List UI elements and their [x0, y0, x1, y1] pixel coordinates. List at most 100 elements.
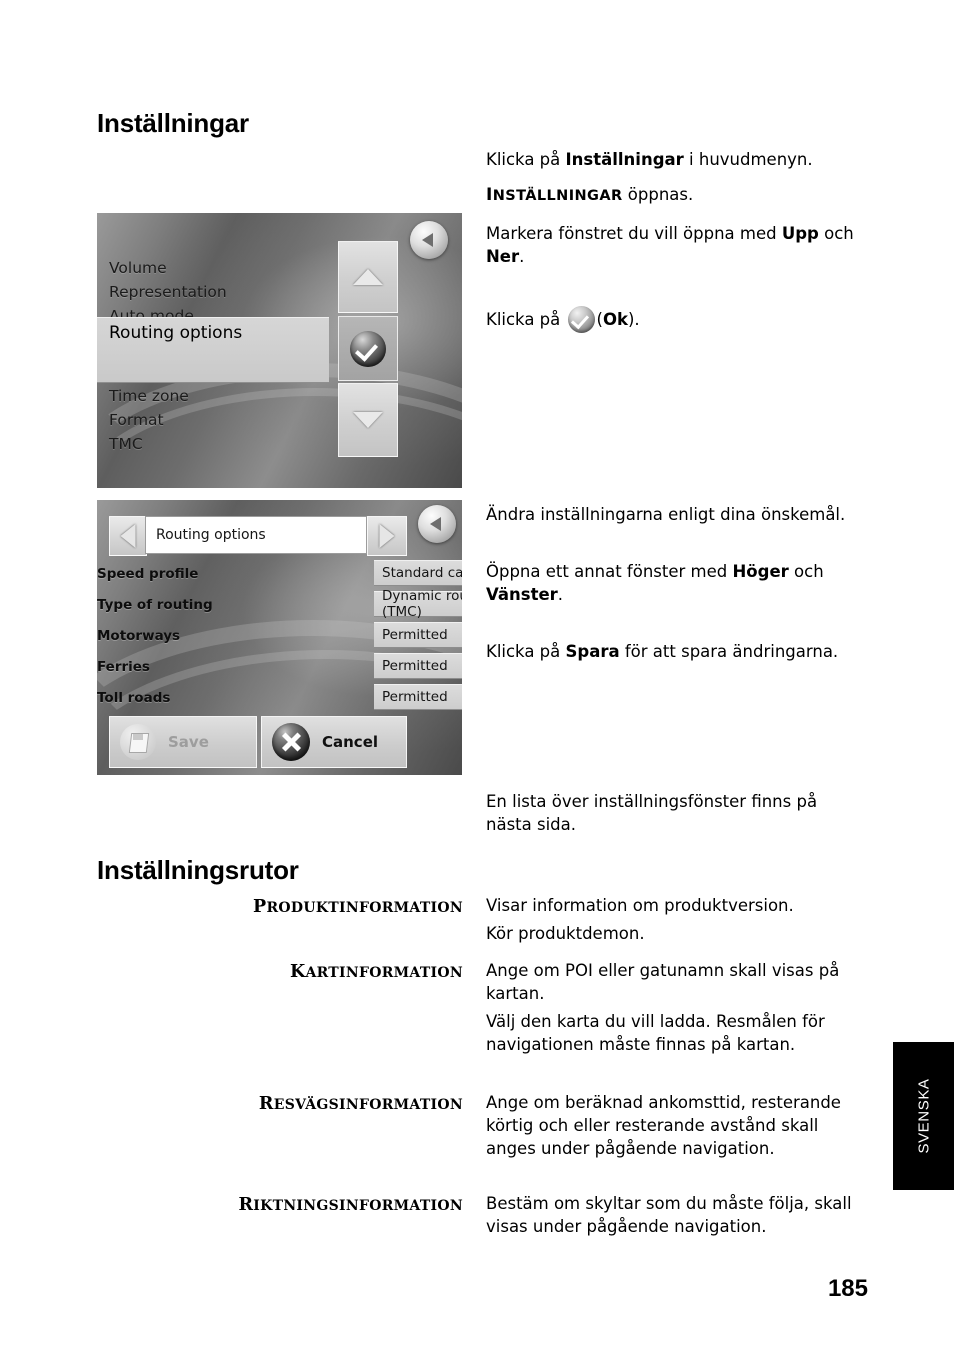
option-label: Ferries [97, 659, 150, 675]
section-title: Inställningsrutor [97, 855, 299, 885]
instruction-bold: Ok [602, 310, 628, 329]
instruction-text: . [557, 585, 564, 604]
instructions-middle: Ändra inställningarna enligt dina önskem… [486, 503, 868, 675]
term-rest: RODUKTINFORMATION [266, 900, 463, 916]
list-item[interactable]: Time zone [109, 387, 189, 405]
setting-window-description: Visar information om produktversion. Kör… [486, 894, 864, 950]
instruction-text: öppnas. [622, 185, 694, 204]
instruction-text: Klicka på [486, 150, 566, 169]
screenshot-routing-options: Routing options Speed profile Standard c… [97, 500, 462, 775]
smallcaps-initial: I [486, 185, 493, 205]
instruction-bold: Upp [781, 224, 819, 243]
list-item-selected-label: Routing options [109, 323, 243, 343]
setting-window-description: Bestäm om skyltar som du måste följa, sk… [486, 1192, 864, 1243]
instruction-text: . [519, 247, 525, 266]
screenshot-settings-list: Volume Representation Auto mode Routing … [97, 213, 462, 488]
instruction-paragraph: Ändra inställningarna enligt dina önskem… [486, 505, 846, 524]
up-arrow-icon [353, 269, 383, 285]
option-value[interactable]: Standard car [374, 560, 462, 586]
option-label: Motorways [97, 628, 181, 644]
option-label: Type of routing [97, 597, 213, 613]
instruction-text: ). [627, 310, 640, 329]
setting-window-term: KARTINFORMATION [93, 962, 463, 982]
term-initial: P [252, 897, 267, 917]
back-arrow-icon [430, 517, 441, 531]
ok-check-icon [567, 306, 595, 333]
list-item[interactable]: TMC [109, 435, 143, 453]
save-button-label: Save [168, 733, 209, 751]
language-tab: SVENSKA [893, 1042, 954, 1190]
save-disk-icon [120, 724, 156, 760]
window-title-field[interactable]: Routing options [145, 516, 367, 554]
cancel-button[interactable]: Cancel [261, 716, 407, 768]
term-initial: R [238, 1195, 254, 1215]
instruction-paragraph: Öppna ett annat fönster med Höger och Vä… [486, 560, 868, 606]
setting-window-description: Ange om beräknad ankomsttid, resterande … [486, 1091, 864, 1165]
description-paragraph: Kör produktdemon. [486, 924, 645, 943]
term-initial: R [258, 1094, 274, 1114]
option-label: Toll roads [97, 690, 171, 706]
page-number: 185 [827, 1275, 868, 1302]
instructions-bottom: En lista över inställningsfönster finns … [486, 790, 868, 848]
instruction-paragraph: Klicka på Spara för att spara ändringarn… [486, 640, 868, 663]
instruction-bold: Höger [732, 562, 789, 581]
term-rest: ESVÄGSINFORMATION [273, 1097, 463, 1113]
ok-check-button[interactable] [338, 316, 398, 381]
instruction-text: Klicka på [486, 310, 566, 329]
term-initial: K [289, 962, 306, 982]
back-arrow-icon [422, 233, 433, 247]
description-paragraph: Bestäm om skyltar som du måste följa, sk… [486, 1194, 852, 1236]
up-arrow-button[interactable] [338, 241, 398, 313]
cancel-button-label: Cancel [322, 733, 379, 751]
setting-window-term: RIKTNINGSINFORMATION [93, 1195, 463, 1215]
page-title: Inställningar [97, 108, 249, 138]
instruction-paragraph: Markera fönstret du vill öppna med Upp o… [486, 222, 868, 268]
term-rest: ARTINFORMATION [305, 965, 463, 981]
list-item[interactable]: Representation [109, 283, 227, 301]
description-paragraph: Ange om beräknad ankomsttid, resterande … [486, 1093, 841, 1158]
save-button[interactable]: Save [109, 716, 257, 768]
check-icon [350, 330, 386, 367]
back-arrow-button[interactable] [418, 505, 456, 543]
description-paragraph: Ange om POI eller gatunamn skall visas p… [486, 961, 840, 1003]
instructions-top: Klicka på Inställningar i huvudmenyn. IN… [486, 148, 868, 345]
window-name-smallcaps: INSTÄLLNINGAR [486, 185, 623, 205]
option-value[interactable]: Permitted [374, 653, 462, 679]
instruction-paragraph: INSTÄLLNINGAR öppnas. [486, 183, 868, 208]
instruction-text: Klicka på [486, 642, 566, 661]
instruction-paragraph: Klicka på Inställningar i huvudmenyn. [486, 148, 868, 171]
down-arrow-icon [353, 412, 383, 428]
description-paragraph: Välj den karta du vill ladda. Resmålen f… [486, 1012, 825, 1054]
list-item[interactable]: Format [109, 411, 164, 429]
setting-window-term: RESVÄGSINFORMATION [93, 1094, 463, 1114]
option-value[interactable]: Dynamic route (TMC) [374, 588, 462, 620]
instruction-text: och [788, 562, 824, 581]
down-arrow-button[interactable] [338, 383, 398, 457]
instruction-paragraph: Klicka på (Ok). [486, 306, 868, 333]
term-rest: IKTNINGSINFORMATION [253, 1198, 463, 1214]
option-value[interactable]: Permitted [374, 622, 462, 648]
instruction-bold: Inställningar [565, 150, 684, 169]
smallcaps-rest: NSTÄLLNINGAR [492, 188, 623, 204]
setting-window-description: Ange om POI eller gatunamn skall visas p… [486, 959, 864, 1061]
instruction-text: och [818, 224, 854, 243]
instruction-bold: Ner [486, 247, 520, 266]
cancel-x-icon [272, 723, 310, 761]
chevron-right-icon [379, 524, 395, 548]
instruction-text: för att spara ändringarna. [619, 642, 839, 661]
back-arrow-button[interactable] [410, 221, 448, 259]
instruction-text: Markera fönstret du vill öppna med [486, 224, 782, 243]
instruction-text: Öppna ett annat fönster med [486, 562, 733, 581]
description-paragraph: Visar information om produktversion. [486, 896, 794, 915]
previous-window-button[interactable] [109, 516, 147, 556]
language-tab-label: SVENSKA [915, 1078, 932, 1154]
list-item[interactable]: Volume [109, 259, 167, 277]
option-label: Speed profile [97, 566, 199, 582]
option-value[interactable]: Permitted [374, 684, 462, 710]
setting-window-term: PRODUKTINFORMATION [93, 897, 463, 917]
instruction-bold: Vänster [486, 585, 558, 604]
instruction-text: i huvudmenyn. [683, 150, 813, 169]
chevron-left-icon [120, 524, 136, 548]
instruction-paragraph: En lista över inställningsfönster finns … [486, 792, 818, 834]
next-window-button[interactable] [367, 516, 407, 556]
